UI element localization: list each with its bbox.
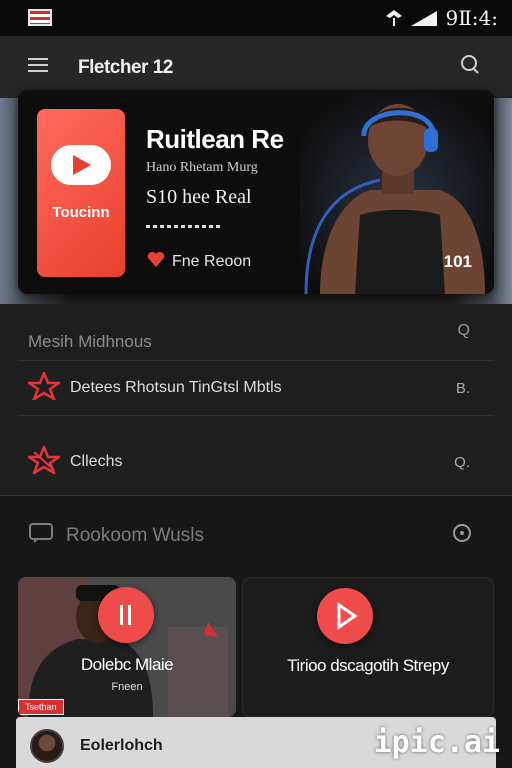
tile-badge: Tsethan [18, 699, 64, 715]
tile-title: Tirioo dscagotih Strepy [287, 656, 449, 675]
dotted-divider [146, 225, 220, 228]
featured-meta: S10 hee Real [146, 186, 252, 208]
watermark: ipic.ai [373, 725, 500, 760]
tile-title: Dolebc Mlaie [80, 655, 174, 674]
status-time: 9Ⅱ:4: [445, 6, 498, 30]
signal-icon [409, 9, 439, 27]
flag-icon [28, 9, 52, 26]
tile-play-button[interactable] [98, 587, 154, 643]
featured-title: Ruitlean Re [146, 124, 284, 154]
status-bar: 9Ⅱ:4: [0, 0, 512, 36]
list-item-label: Detees Rhotsun TinGtsl Mbtls [70, 379, 282, 396]
tile-play-button[interactable] [317, 588, 373, 644]
featured-count: 101 [443, 252, 472, 271]
list-item-tail: B. [455, 379, 470, 397]
section-action[interactable]: Q [458, 322, 470, 340]
wifi-icon [385, 9, 403, 27]
search-icon[interactable] [458, 53, 482, 77]
heart-icon [146, 250, 166, 273]
featured-subtitle: Hano Rhetam Murg [146, 160, 258, 175]
app-title: Fletcher 12 [78, 57, 173, 78]
app-bar: Fletcher 12 [0, 36, 512, 98]
menu-icon[interactable] [28, 58, 48, 74]
featured-link[interactable]: Fne Reoon [146, 250, 251, 273]
media-tile[interactable]: Tirioo dscagotih Strepy [242, 577, 494, 717]
media-tile[interactable]: Dolebc Mlaie Fneen Tsethan [18, 577, 236, 717]
status-icons: 9Ⅱ:4: [385, 6, 498, 30]
avatar [30, 729, 64, 763]
featured-card[interactable]: Toucinn Ruitlean Re Hano Rhetam Murg S10… [18, 90, 494, 294]
tile-subtitle: Fneen [111, 681, 143, 693]
star-outline-icon [24, 443, 64, 479]
list-item-tail: Q. [454, 453, 470, 471]
bottom-bar-label: Eolerlohch [80, 737, 163, 754]
chat-icon [28, 522, 54, 550]
list-panel: Mesih Midhnous Q Detees Rhotsun TinGtsl … [0, 304, 512, 496]
list-item-label: Cllechs [70, 453, 123, 470]
play-icon [51, 145, 111, 185]
app-logo: Toucinn [37, 109, 125, 277]
info-icon[interactable] [452, 523, 472, 548]
section-header: Mesih Midhnous [28, 332, 152, 351]
section-header-2: Rookoom Wusls [28, 522, 204, 550]
list-item[interactable]: Cllechs Q. [18, 434, 494, 490]
section-header-2-label: Rookoom Wusls [66, 525, 204, 546]
list-item[interactable]: Detees Rhotsun TinGtsl Mbtls B. [18, 360, 494, 416]
featured-link-label: Fne Reoon [172, 252, 252, 270]
logo-text: Toucinn [52, 204, 110, 221]
star-icon [24, 369, 64, 405]
